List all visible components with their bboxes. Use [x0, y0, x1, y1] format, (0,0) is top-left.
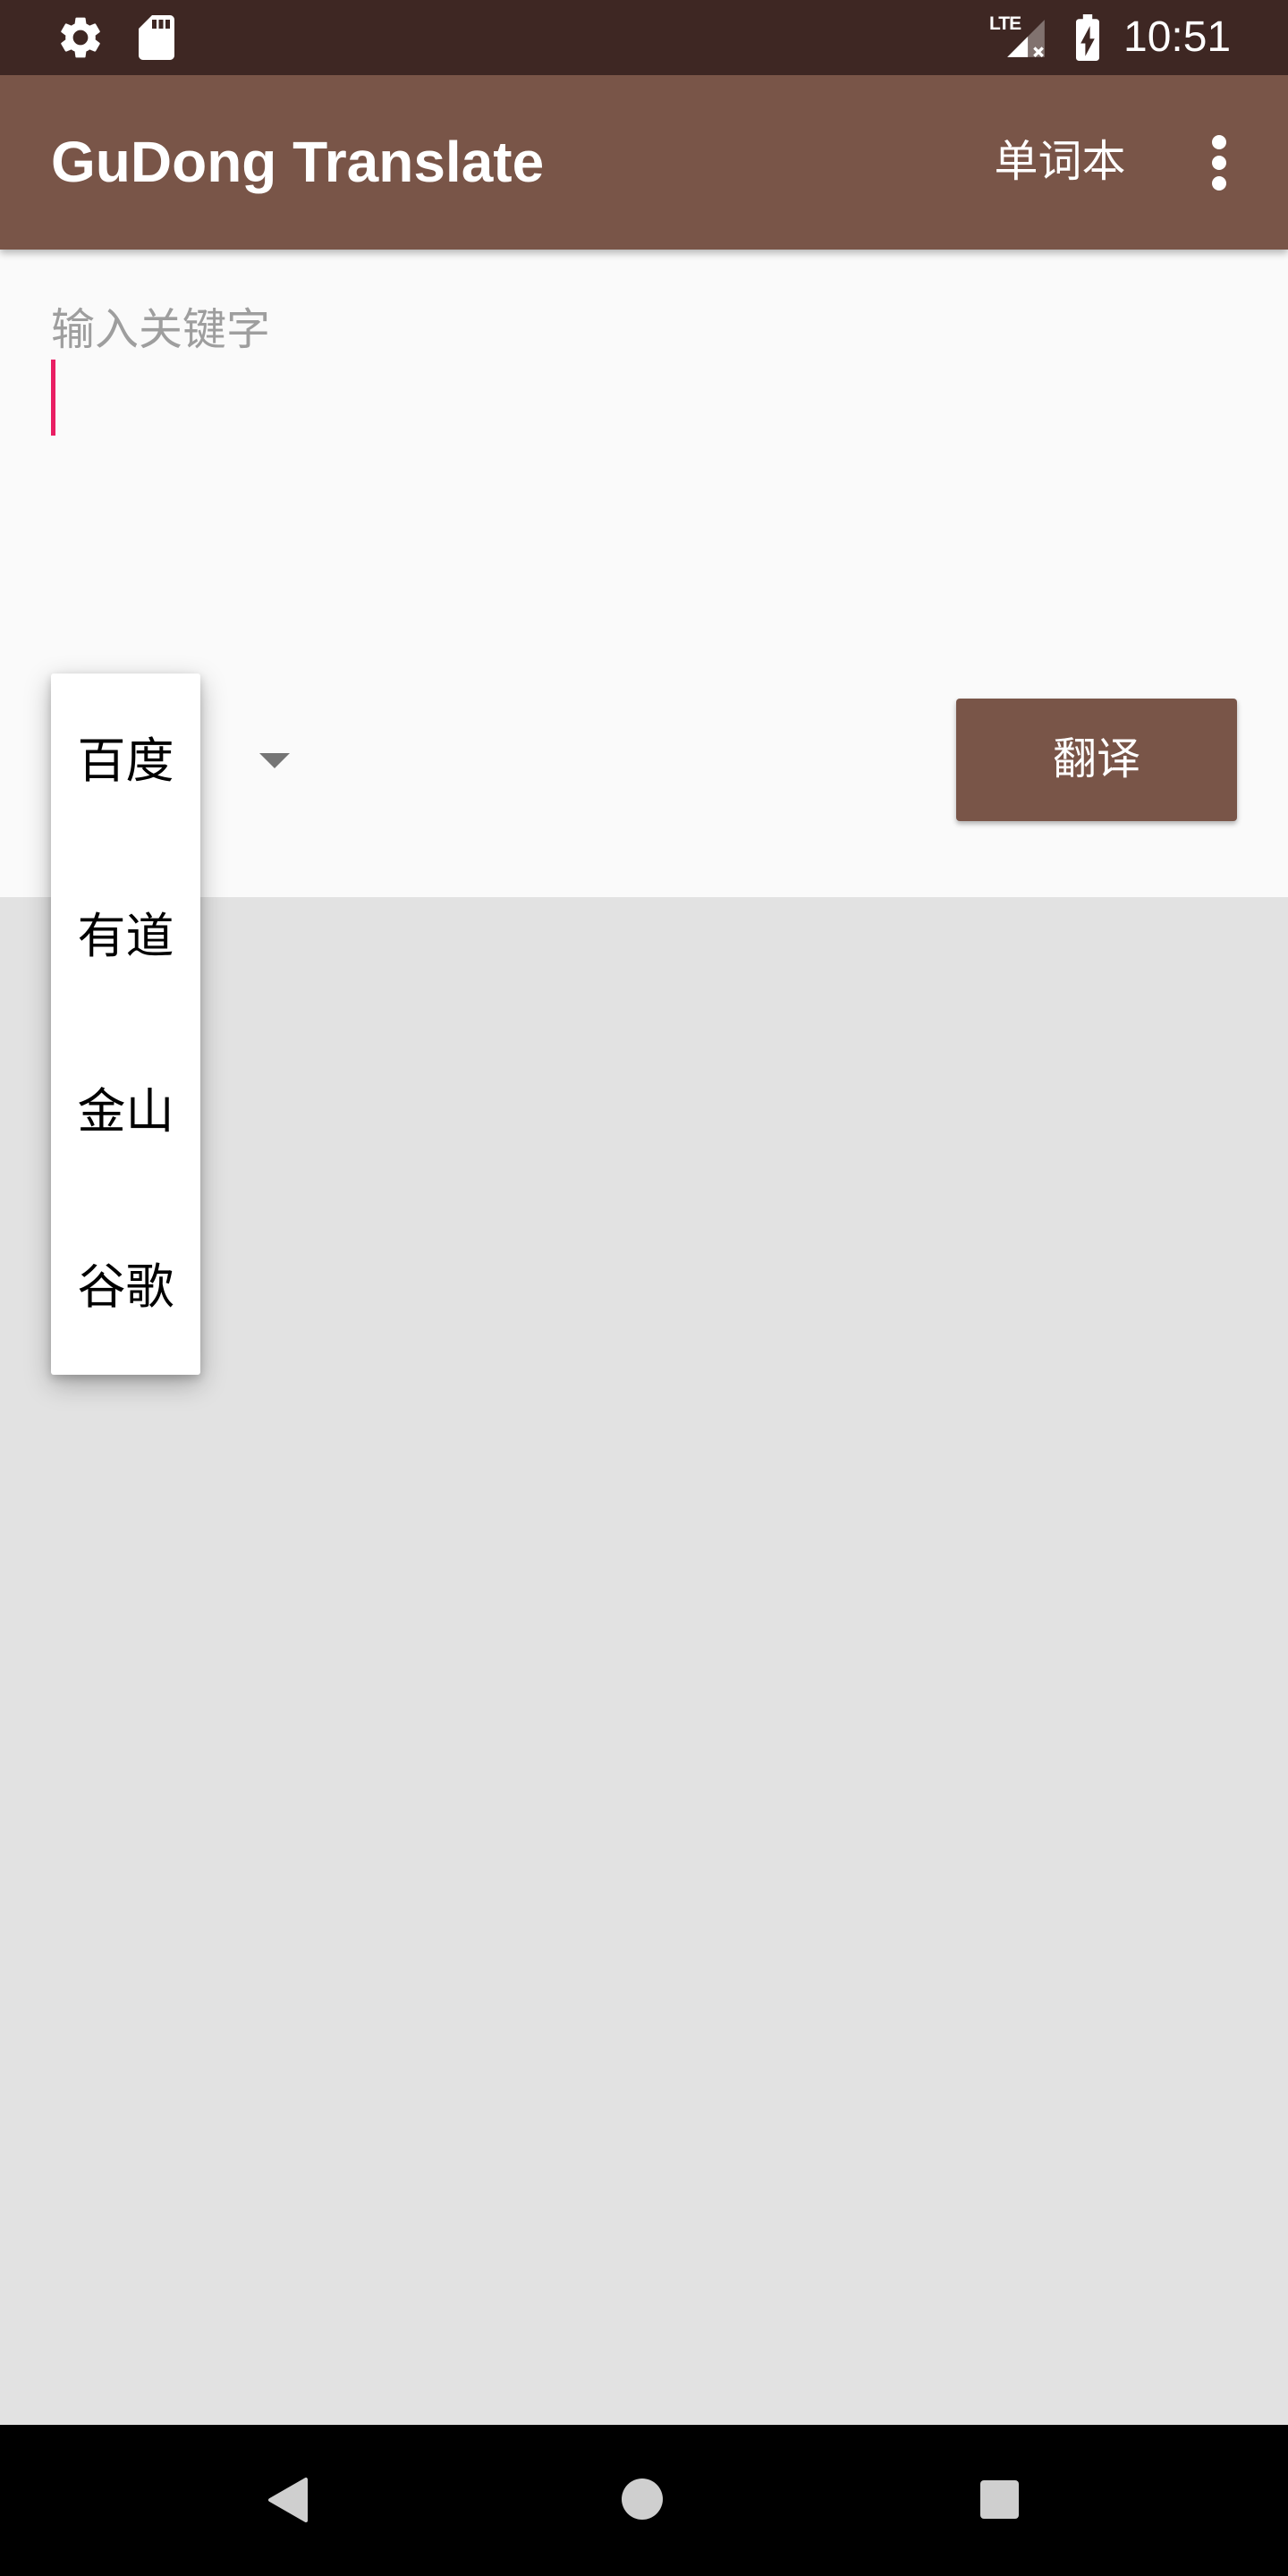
keyword-input-hint: 输入关键字: [51, 306, 271, 354]
status-time: 10:51: [1123, 13, 1232, 61]
dropdown-option-baidu[interactable]: 百度: [51, 674, 200, 849]
home-icon[interactable]: [622, 2479, 663, 2520]
vocabulary-book-button[interactable]: 单词本: [966, 75, 1154, 250]
dropdown-option-jinshan[interactable]: 金山: [51, 1024, 200, 1199]
settings-icon: [61, 17, 100, 58]
dropdown-option-google[interactable]: 谷歌: [51, 1199, 200, 1375]
more-vert-icon[interactable]: [1192, 75, 1246, 250]
translate-button[interactable]: 翻译: [956, 699, 1237, 821]
navigation-bar: [0, 2425, 1288, 2576]
keyword-input[interactable]: [51, 355, 1237, 588]
app-title: GuDong Translate: [51, 130, 545, 194]
text-cursor: [51, 360, 55, 436]
dropdown-option-youdao[interactable]: 有道: [51, 849, 200, 1024]
status-bar: LTE 10:51: [0, 0, 1288, 75]
sd-card-icon: [139, 15, 174, 60]
back-icon[interactable]: [265, 2475, 311, 2525]
engine-dropdown-popup: 百度 有道 金山 谷歌: [51, 674, 200, 1375]
app-bar: GuDong Translate 单词本: [0, 75, 1288, 250]
battery-charging-icon: [1076, 14, 1099, 61]
arrow-drop-down-icon: [259, 753, 290, 768]
recents-icon[interactable]: [980, 2480, 1019, 2519]
network-type-label: LTE: [989, 13, 1021, 34]
